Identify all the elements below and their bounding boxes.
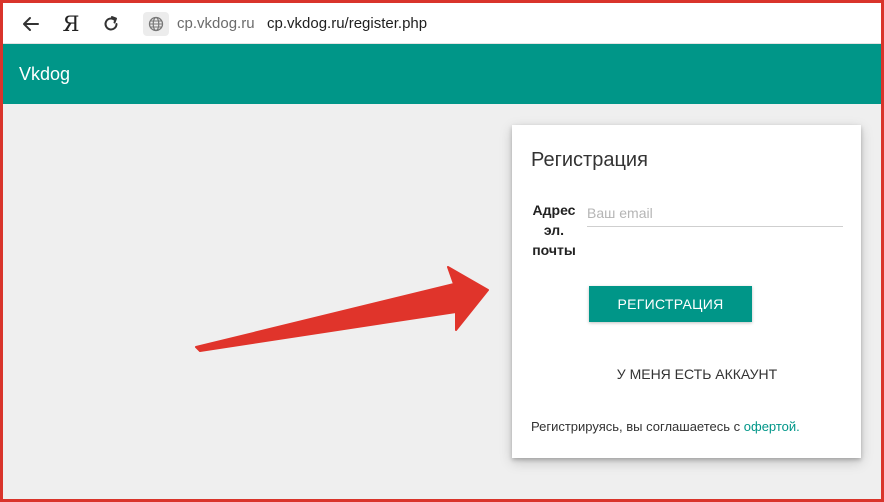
registration-card: Регистрация Адрес эл. почты РЕГИСТРАЦИЯ …: [512, 125, 861, 458]
terms-prefix: Регистрируясь, вы соглашаетесь с: [531, 419, 744, 434]
address-bar-url[interactable]: cp.vkdog.ru/register.php: [267, 15, 427, 32]
back-arrow-icon[interactable]: [17, 10, 45, 38]
reload-icon[interactable]: [97, 10, 125, 38]
yandex-icon[interactable]: Я: [57, 10, 85, 38]
card-title: Регистрация: [531, 149, 648, 171]
email-field[interactable]: [587, 199, 843, 227]
url-domain[interactable]: cp.vkdog.ru: [177, 15, 255, 32]
app-header: Vkdog: [3, 44, 881, 104]
have-account-button[interactable]: У МЕНЯ ЕСТЬ АККАУНТ: [602, 361, 792, 387]
app-title[interactable]: Vkdog: [19, 64, 70, 85]
browser-toolbar: Я cp.vkdog.ru cp.vkdog.ru/register.php: [3, 3, 881, 44]
globe-icon[interactable]: [143, 12, 169, 36]
register-button[interactable]: РЕГИСТРАЦИЯ: [589, 286, 752, 322]
email-label: Адрес эл. почты: [532, 202, 576, 258]
offer-link[interactable]: офертой.: [744, 419, 800, 434]
terms-text: Регистрируясь, вы соглашаетесь с офертой…: [531, 419, 800, 434]
